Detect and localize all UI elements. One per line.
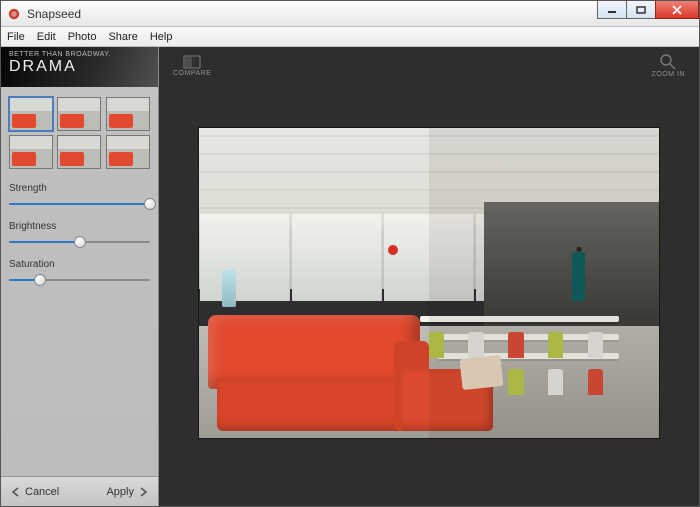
preset-thumb[interactable] — [106, 135, 150, 169]
compare-label: COMPARE — [173, 70, 211, 77]
sidebar-body: Strength Brightness Saturation — [1, 87, 158, 476]
strength-slider[interactable] — [9, 197, 150, 211]
apply-button[interactable]: Apply — [106, 486, 148, 498]
photo-preview[interactable] — [199, 128, 659, 438]
sidebar: BETTER THAN BROADWAY. DRAMA Strength — [1, 47, 159, 506]
forward-icon — [138, 487, 148, 497]
preset-grid — [9, 97, 150, 169]
menubar: File Edit Photo Share Help — [1, 27, 699, 47]
sidebar-footer: Cancel Apply — [1, 476, 158, 506]
compare-icon — [183, 55, 201, 69]
menu-help[interactable]: Help — [150, 31, 173, 43]
maximize-button[interactable] — [626, 1, 656, 19]
apply-label: Apply — [106, 486, 134, 498]
zoom-in-button[interactable]: ZOOM IN — [652, 54, 685, 78]
brightness-label: Brightness — [9, 221, 150, 232]
cancel-button[interactable]: Cancel — [11, 486, 59, 498]
zoom-label: ZOOM IN — [652, 71, 685, 78]
window-title: Snapseed — [27, 7, 81, 21]
window-controls — [598, 1, 699, 19]
app-window: Snapseed File Edit Photo Share Help BETT… — [0, 0, 700, 507]
main-area: BETTER THAN BROADWAY. DRAMA Strength — [1, 47, 699, 506]
strength-label: Strength — [9, 183, 150, 194]
preset-thumb[interactable] — [9, 135, 53, 169]
preset-thumb[interactable] — [9, 97, 53, 131]
slider-knob[interactable] — [144, 198, 156, 210]
back-icon — [11, 487, 21, 497]
saturation-slider[interactable] — [9, 273, 150, 287]
titlebar[interactable]: Snapseed — [1, 1, 699, 27]
app-icon — [7, 7, 21, 21]
cancel-label: Cancel — [25, 486, 59, 498]
canvas-area: COMPARE ZOOM IN — [159, 47, 699, 506]
filter-header: BETTER THAN BROADWAY. DRAMA — [1, 47, 158, 87]
canvas-toolbar: COMPARE ZOOM IN — [159, 47, 699, 85]
saturation-control: Saturation — [9, 259, 150, 287]
brightness-slider[interactable] — [9, 235, 150, 249]
close-button[interactable] — [655, 1, 699, 19]
menu-file[interactable]: File — [7, 31, 25, 43]
brightness-control: Brightness — [9, 221, 150, 249]
preset-thumb[interactable] — [57, 97, 101, 131]
compare-button[interactable]: COMPARE — [173, 55, 211, 77]
filter-title: DRAMA — [9, 58, 150, 76]
minimize-button[interactable] — [597, 1, 627, 19]
menu-edit[interactable]: Edit — [37, 31, 56, 43]
slider-knob[interactable] — [34, 274, 46, 286]
strength-control: Strength — [9, 183, 150, 211]
saturation-label: Saturation — [9, 259, 150, 270]
zoom-in-icon — [660, 54, 676, 70]
slider-knob[interactable] — [74, 236, 86, 248]
filter-subtitle: BETTER THAN BROADWAY. — [9, 51, 150, 58]
canvas-stage — [159, 85, 699, 506]
preset-thumb[interactable] — [57, 135, 101, 169]
menu-share[interactable]: Share — [108, 31, 137, 43]
preset-thumb[interactable] — [106, 97, 150, 131]
menu-photo[interactable]: Photo — [68, 31, 97, 43]
